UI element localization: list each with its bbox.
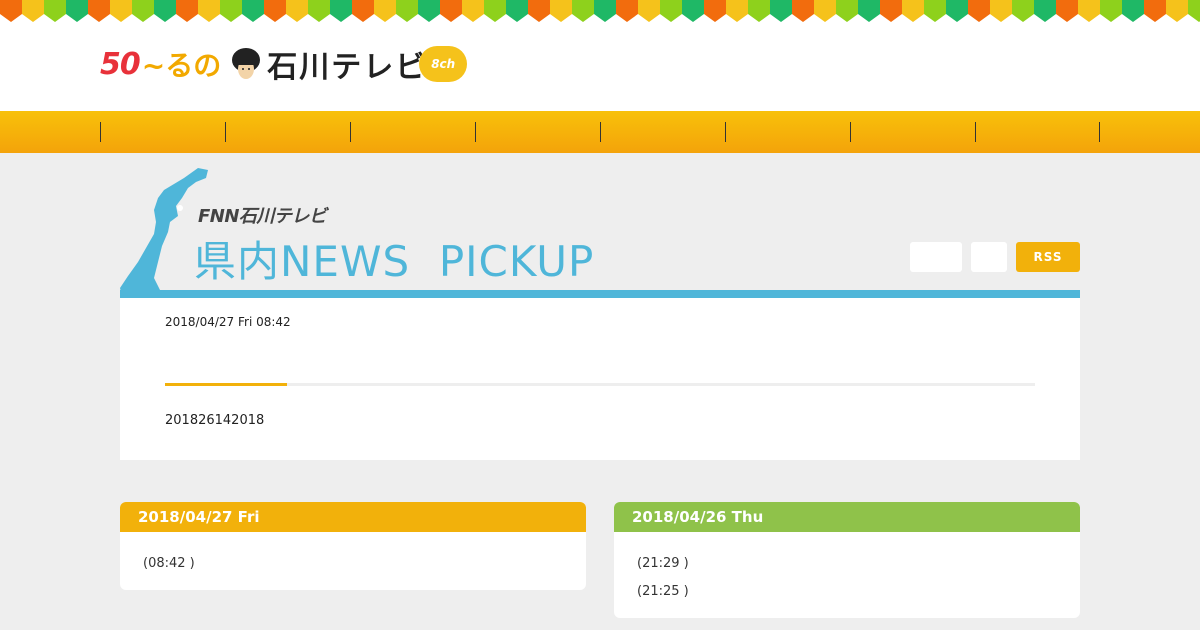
nav-item-4[interactable] — [476, 111, 600, 153]
nav-divider — [850, 122, 851, 142]
day-card-list: (21:29 ) (21:25 ) — [614, 532, 1080, 618]
article-progress-fill — [165, 383, 287, 386]
nav-divider — [350, 122, 351, 142]
rss-button[interactable]: RSS — [1016, 242, 1080, 272]
article-body: 201826142018 — [165, 413, 265, 428]
article-date: 2018/04/27 Fri 08:42 — [165, 315, 291, 329]
logo-anniversary: 50 — [100, 46, 141, 82]
nav-item-1[interactable] — [101, 111, 225, 153]
featured-article: 2018/04/27 Fri 08:42 201826142018 — [120, 298, 1080, 460]
nav-item-7[interactable] — [851, 111, 975, 153]
main-nav — [0, 111, 1200, 153]
news-list-item[interactable]: (21:25 ) — [637, 578, 1057, 606]
day-card-list: (08:42 ) — [120, 532, 586, 590]
article-progress-track — [165, 383, 1035, 386]
day-card-header: 2018/04/27 Fri — [120, 502, 586, 532]
nav-item-5[interactable] — [601, 111, 725, 153]
title-underline — [120, 290, 1080, 298]
logo-wave: ~るの — [141, 49, 222, 82]
day-card: 2018/04/27 Fri (08:42 ) — [120, 502, 586, 590]
nav-divider — [100, 122, 101, 142]
news-pickup-hero: FNN石川テレビ 県内NEWS PICKUP RSS — [120, 166, 1080, 312]
network-logo: FNN石川テレビ — [198, 206, 327, 227]
nav-divider — [600, 122, 601, 142]
nav-divider — [975, 122, 976, 142]
nav-item-8[interactable] — [976, 111, 1100, 153]
mascot-face-icon — [232, 48, 261, 79]
share-button-1[interactable] — [910, 242, 962, 272]
nav-divider — [1099, 122, 1100, 142]
share-button-2[interactable] — [971, 242, 1007, 272]
day-card-header: 2018/04/26 Thu — [614, 502, 1080, 532]
logo-station-name: 石川テレビ — [267, 50, 428, 85]
logo-channel-badge: 8ch — [419, 46, 468, 82]
bunting-decoration — [0, 0, 1200, 22]
news-list-item[interactable]: (08:42 ) — [143, 550, 563, 578]
page-title: 県内NEWS PICKUP — [194, 237, 595, 286]
site-logo[interactable]: 50 ~るの 石川テレビ 8ch — [100, 44, 468, 85]
nav-item-6[interactable] — [726, 111, 850, 153]
nav-item-3[interactable] — [351, 111, 475, 153]
nav-divider — [225, 122, 226, 142]
news-list-item[interactable]: (21:29 ) — [637, 550, 1057, 578]
nav-divider — [725, 122, 726, 142]
day-card: 2018/04/26 Thu (21:29 ) (21:25 ) — [614, 502, 1080, 618]
nav-divider — [475, 122, 476, 142]
nav-item-2[interactable] — [226, 111, 350, 153]
